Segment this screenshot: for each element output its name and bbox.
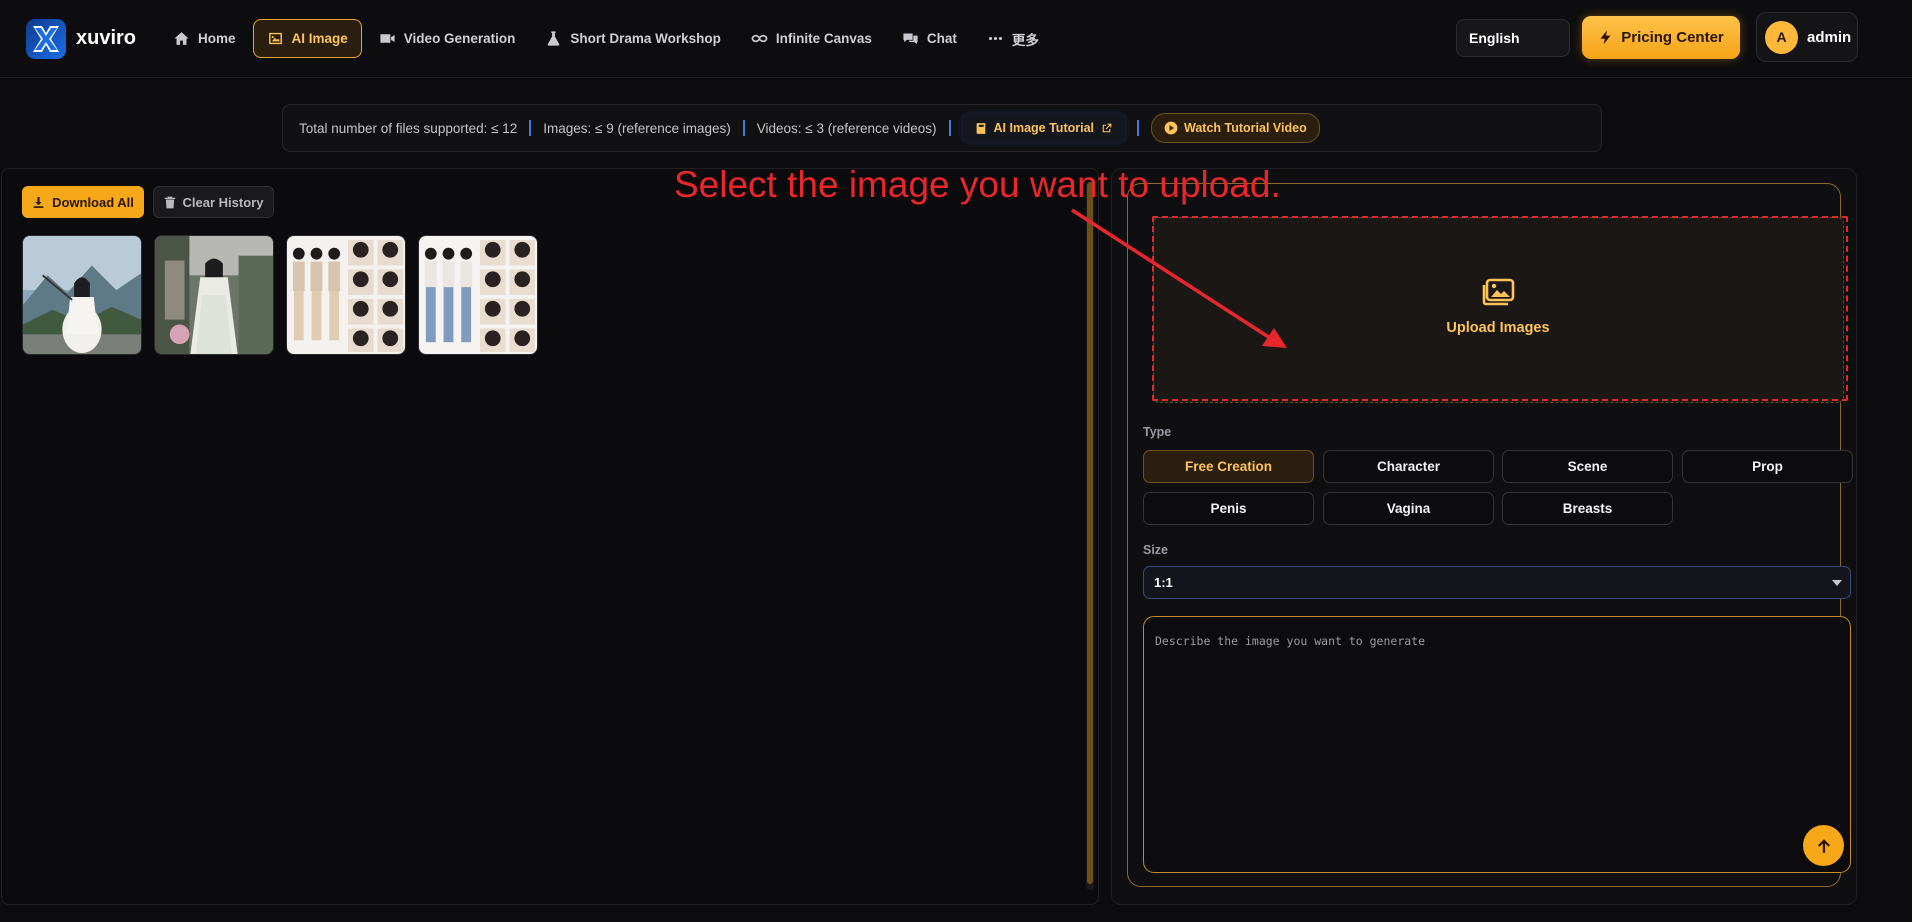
type-scene[interactable]: Scene (1502, 450, 1673, 483)
prompt-textarea[interactable] (1143, 616, 1851, 873)
history-thumbnail[interactable] (154, 235, 274, 355)
history-thumbnail[interactable] (418, 235, 538, 355)
images-icon (1482, 278, 1515, 306)
pricing-center-label: Pricing Center (1621, 29, 1724, 46)
history-thumbnail[interactable] (22, 235, 142, 355)
scrollbar-thumb[interactable] (1087, 182, 1093, 884)
username: admin (1807, 28, 1852, 46)
upload-images-label[interactable]: Upload Images (1380, 320, 1616, 336)
type-free-creation[interactable]: Free Creation (1143, 450, 1314, 483)
type-label: Type (1143, 425, 1172, 439)
nav-infinite-canvas[interactable]: Infinite Canvas (738, 20, 885, 57)
watch-tutorial-video-label: Watch Tutorial Video (1184, 121, 1307, 135)
more-icon (988, 36, 1002, 41)
divider (529, 120, 532, 136)
play-circle-icon (1164, 121, 1178, 135)
download-icon (33, 196, 44, 208)
prompt-placeholder: Describe the image you want to generate (1155, 634, 1426, 648)
nav-short-drama-workshop-label: Short Drama Workshop (570, 31, 721, 46)
nav-more-label: 更多 (1011, 32, 1039, 48)
images-limit-info: Images: ≤ 9 (reference images) (543, 120, 731, 136)
ai-image-tutorial-label: AI Image Tutorial (993, 121, 1095, 135)
generated-image-preview (23, 236, 141, 354)
user-menu[interactable]: A admin (1756, 12, 1858, 62)
pricing-center-button[interactable]: Pricing Center (1582, 16, 1740, 59)
lightning-icon (1600, 30, 1611, 45)
brand-name[interactable]: xuviro (76, 27, 136, 50)
infinity-icon (751, 34, 768, 43)
clear-history-button[interactable]: Clear History (153, 186, 274, 218)
image-icon (268, 32, 282, 45)
ai-image-tutorial-link[interactable]: AI Image Tutorial (962, 114, 1126, 142)
trash-icon (164, 196, 175, 208)
type-character[interactable]: Character (1323, 450, 1494, 483)
type-prop[interactable]: Prop (1682, 450, 1853, 483)
upload-info-bar: Total number of files supported: ≤ 12 Im… (282, 104, 1602, 152)
flask-icon (548, 31, 560, 46)
generated-image-preview (419, 236, 537, 354)
avatar: A (1765, 20, 1798, 54)
language-select[interactable]: English (1456, 19, 1570, 57)
download-all-label: Download All (52, 194, 134, 210)
nav-chat-label: Chat (926, 31, 957, 46)
chevron-down-icon (1832, 580, 1842, 586)
top-navigation-bar: xuviro Home AI Image Video Generation Sh… (0, 0, 1912, 78)
download-all-button[interactable]: Download All (22, 186, 144, 218)
home-icon (174, 32, 189, 45)
nav-home-label: Home (198, 31, 236, 46)
generate-submit-button[interactable] (1803, 825, 1844, 866)
nav-video-generation-label: Video Generation (403, 31, 516, 46)
chat-icon (903, 33, 918, 45)
watch-tutorial-video-button[interactable]: Watch Tutorial Video (1151, 113, 1320, 143)
generated-image-preview (155, 236, 273, 354)
arrow-up-icon (1817, 838, 1830, 853)
history-thumbnails (22, 235, 538, 355)
book-icon (976, 122, 985, 134)
nav-more[interactable]: 更多 (974, 20, 1052, 57)
divider (742, 120, 745, 136)
type-vagina[interactable]: Vagina (1323, 492, 1494, 525)
divider (1137, 120, 1140, 136)
upload-highlight-box (1152, 216, 1848, 401)
nav-short-drama-workshop[interactable]: Short Drama Workshop (532, 20, 734, 57)
clear-history-label: Clear History (182, 194, 264, 210)
nav-ai-image-label: AI Image (291, 31, 348, 46)
nav-infinite-canvas-label: Infinite Canvas (775, 31, 872, 46)
history-panel: Download All Clear History (1, 168, 1099, 905)
external-link-icon (1102, 123, 1112, 132)
type-penis[interactable]: Penis (1143, 492, 1314, 525)
generated-image-preview (287, 236, 405, 354)
annotation-instruction: Select the image you want to upload. (674, 164, 1281, 205)
nav-video-generation[interactable]: Video Generation (366, 20, 529, 57)
history-thumbnail[interactable] (286, 235, 406, 355)
divider (948, 120, 951, 136)
nav-home[interactable]: Home (160, 20, 249, 57)
videos-limit-info: Videos: ≤ 3 (reference videos) (756, 120, 937, 136)
video-icon (380, 34, 395, 43)
total-files-info: Total number of files supported: ≤ 12 (299, 120, 518, 136)
nav-chat[interactable]: Chat (889, 20, 970, 57)
size-label: Size (1143, 543, 1169, 557)
type-breasts[interactable]: Breasts (1502, 492, 1673, 525)
main-nav: Home AI Image Video Generation Short Dra… (160, 19, 1056, 58)
size-select[interactable]: 1:1 (1143, 566, 1851, 599)
xuviro-logo-icon[interactable] (26, 19, 66, 59)
nav-ai-image[interactable]: AI Image (252, 19, 362, 58)
